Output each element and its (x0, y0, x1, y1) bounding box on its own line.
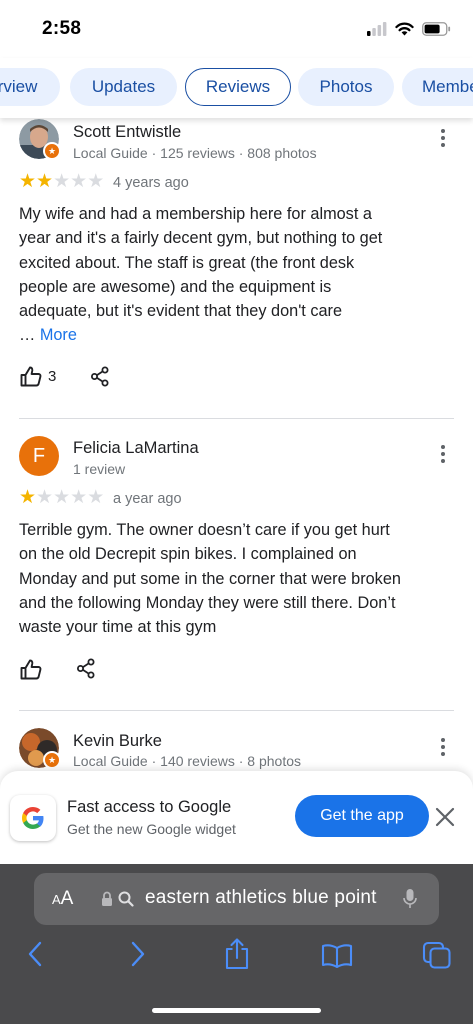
local-guide-badge-icon: ★ (43, 751, 61, 769)
tab-members[interactable]: Members (402, 68, 473, 106)
get-the-app-button[interactable]: Get the app (295, 795, 429, 837)
star-filled-icon: ★ (36, 171, 54, 192)
star-empty-icon: ★ (53, 171, 71, 192)
like-count: 3 (48, 368, 57, 385)
review-text-line: My wife and had a membership here for al… (19, 205, 372, 223)
star-empty-icon: ★ (70, 171, 88, 192)
review-text-line: people are awesome) and the equipment is (19, 277, 332, 296)
address-bar[interactable]: AA eastern athletics blue point (34, 873, 439, 925)
review-text-line: year and it's a fairly decent gym, but n… (19, 229, 383, 248)
share-icon[interactable] (224, 938, 250, 970)
tab-overview[interactable]: Overview (0, 68, 60, 106)
star-filled-icon: ★ (19, 171, 37, 192)
like-button[interactable]: 3 (20, 366, 56, 387)
review-text-line: Monday and put some in the corner that w… (19, 569, 401, 588)
banner-subtitle: Get the new Google widget (67, 821, 236, 837)
status-time: 2:58 (42, 18, 82, 39)
divider (19, 710, 454, 711)
share-icon[interactable] (90, 366, 110, 387)
browser-toolbar: AA eastern athletics blue point (0, 864, 473, 1024)
more-options-icon[interactable] (436, 736, 450, 758)
more-line: … More (19, 326, 77, 345)
tab-bar: Overview Updates Reviews Photos Members (0, 58, 473, 118)
star-empty-icon: ★ (53, 487, 71, 508)
star-rating: ★ ★ ★ ★ ★ (19, 172, 104, 191)
thumbs-up-icon[interactable] (20, 659, 42, 680)
battery-icon (422, 22, 451, 36)
star-empty-icon: ★ (36, 487, 54, 508)
share-icon[interactable] (76, 658, 96, 679)
review-text-line: adequate, but it's evident that they don… (19, 302, 343, 321)
thumbs-up-icon (20, 366, 42, 387)
microphone-icon[interactable] (403, 888, 417, 910)
tab-reviews[interactable]: Reviews (185, 68, 291, 106)
more-options-icon[interactable] (436, 127, 450, 149)
review-date: 4 years ago (113, 175, 189, 191)
review-text: My wife and had a membership here for al… (19, 202, 439, 323)
forward-icon[interactable] (130, 941, 146, 967)
url-text[interactable]: eastern athletics blue point (145, 887, 377, 909)
app-promo-banner: Fast access to Google Get the new Google… (0, 771, 473, 864)
review-text: Terrible gym. The owner doesn’t care if … (19, 518, 439, 639)
text-size-small: A (52, 892, 61, 907)
reader-text-size-button[interactable]: AA (52, 888, 73, 910)
close-icon[interactable] (434, 806, 456, 828)
star-rating: ★ ★ ★ ★ ★ (19, 488, 104, 507)
reviewer-meta: Local Guide · 140 reviews · 8 photos (73, 753, 302, 769)
reviewer-meta: Local Guide · 125 reviews · 808 photos (73, 145, 317, 161)
status-bar: 2:58 (0, 0, 473, 58)
review-text-line: excited about. The staff is great (the f… (19, 253, 355, 272)
tab-photos[interactable]: Photos (298, 68, 394, 106)
reviewer-name[interactable]: Scott Entwistle (73, 123, 181, 142)
review-text-line: and the following Monday they were still… (19, 593, 396, 612)
review-text-line: waste your time at this gym (19, 618, 217, 637)
home-indicator (152, 1008, 321, 1013)
google-g-icon (22, 807, 44, 829)
wifi-icon (395, 22, 414, 36)
more-link[interactable]: More (40, 326, 77, 344)
star-empty-icon: ★ (70, 487, 88, 508)
star-empty-icon: ★ (87, 171, 105, 192)
ellipsis: … (19, 326, 36, 344)
star-empty-icon: ★ (87, 487, 105, 508)
lock-icon (102, 891, 112, 906)
reviewer-meta: 1 review (73, 461, 126, 477)
google-logo-icon (10, 795, 56, 841)
review-text-line: on the old Decrepit spin bikes. I compla… (19, 545, 357, 564)
tab-updates[interactable]: Updates (70, 68, 177, 106)
local-guide-badge-icon: ★ (43, 142, 61, 160)
review-text-line: Terrible gym. The owner doesn’t care if … (19, 521, 390, 539)
bookmarks-icon[interactable] (321, 944, 353, 968)
divider (19, 418, 454, 419)
more-options-icon[interactable] (436, 443, 450, 465)
tabs-icon[interactable] (422, 941, 452, 969)
status-icons (367, 20, 451, 38)
reviewer-name[interactable]: Felicia LaMartina (73, 439, 199, 458)
search-icon (118, 891, 134, 907)
star-filled-icon: ★ (19, 487, 37, 508)
cellular-signal-icon (367, 22, 387, 36)
back-icon[interactable] (27, 941, 43, 967)
reviewer-name[interactable]: Kevin Burke (73, 732, 162, 751)
text-size-large: A (60, 888, 74, 909)
banner-title: Fast access to Google (67, 798, 232, 816)
avatar[interactable]: F (19, 436, 59, 476)
review-date: a year ago (113, 491, 182, 507)
